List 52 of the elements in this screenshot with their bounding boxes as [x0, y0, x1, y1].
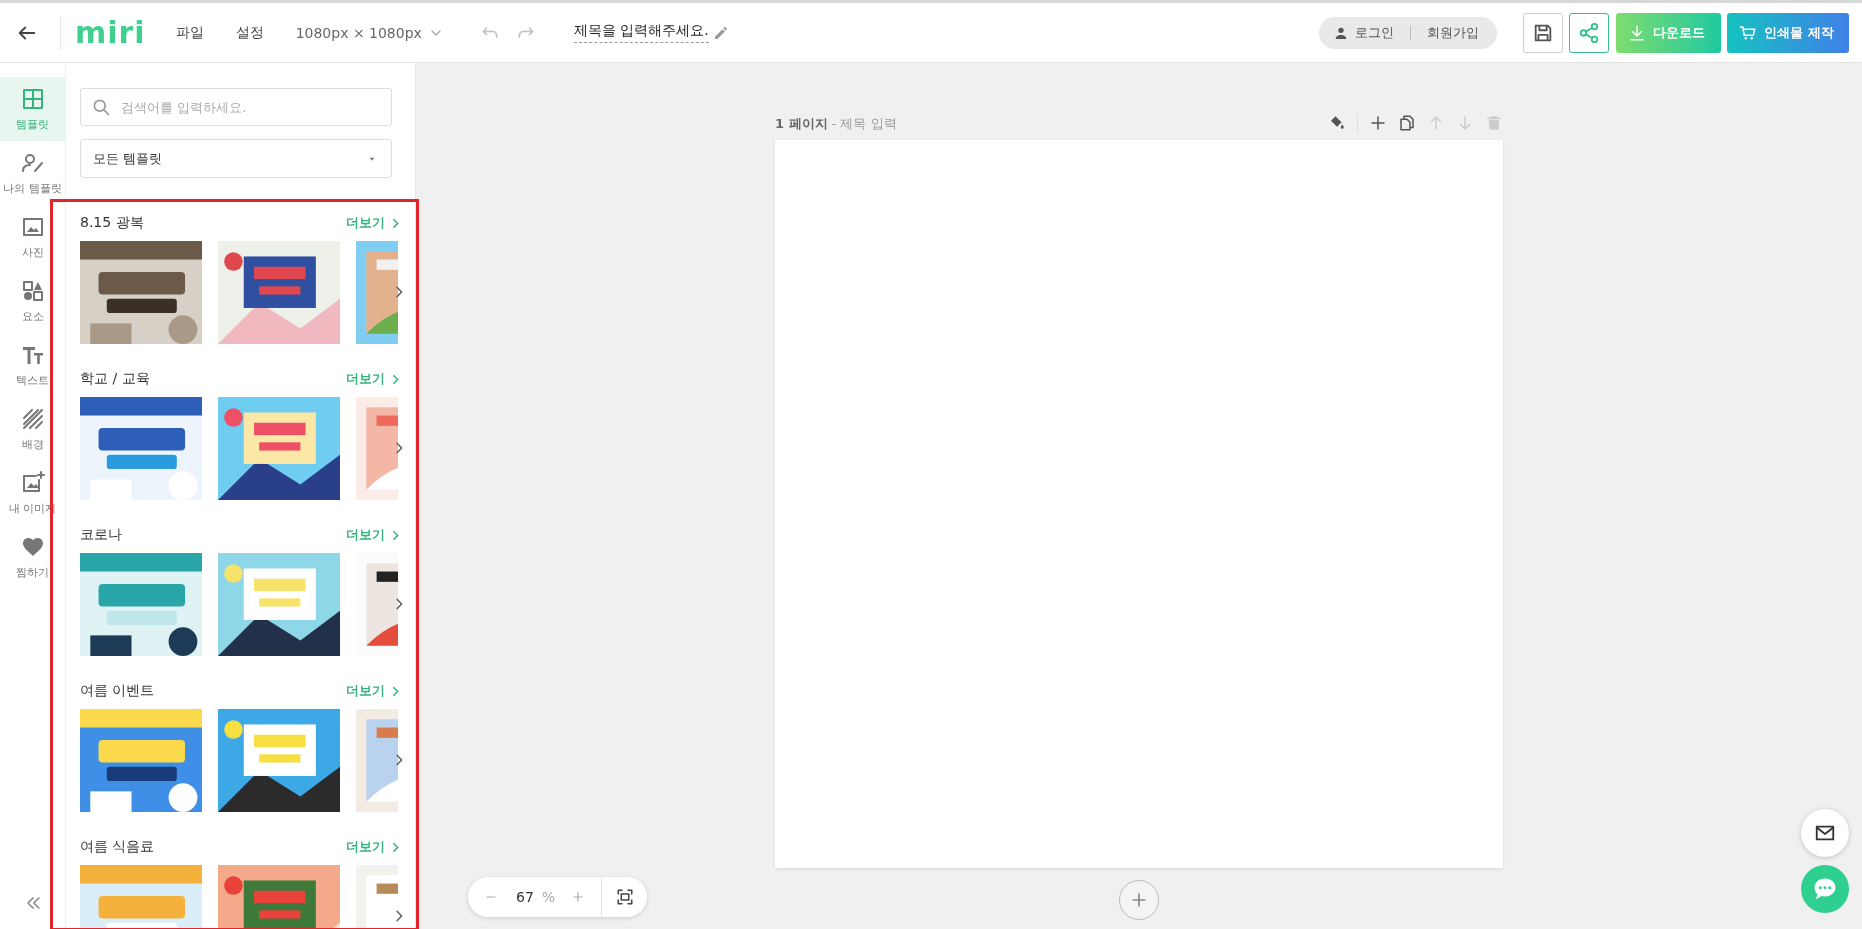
more-link[interactable]: 더보기: [346, 214, 402, 232]
search-field[interactable]: 검색어를 입력하세요.: [80, 88, 392, 126]
mail-button[interactable]: [1801, 809, 1849, 857]
paint-bucket-icon: [1328, 114, 1346, 132]
layout-icon: [20, 86, 45, 111]
fit-screen-icon: [615, 888, 634, 906]
copy-icon: [1398, 114, 1416, 132]
image-add-icon: [20, 470, 45, 495]
shapes-icon: [20, 278, 45, 303]
sidebar-item[interactable]: 나의 템플릿: [0, 141, 65, 205]
add-page-button[interactable]: [1369, 114, 1387, 132]
document-title-field[interactable]: 제목을 입력해주세요.: [573, 22, 709, 43]
menu-item[interactable]: 설정: [235, 23, 264, 42]
save-button[interactable]: [1523, 12, 1563, 53]
more-link[interactable]: 더보기: [346, 838, 402, 856]
fill-page-button[interactable]: [1328, 114, 1346, 132]
plus-icon: [571, 890, 586, 904]
sidebar-item[interactable]: 요소: [0, 269, 65, 333]
share-button[interactable]: [1569, 12, 1609, 53]
section-title: 코로나: [80, 526, 122, 544]
section-title: 8.15 광복: [80, 214, 144, 232]
pencil-icon: [712, 24, 729, 41]
section-title: 여름 이벤트: [80, 682, 155, 700]
search-icon: [91, 97, 111, 117]
trash-icon: [1485, 114, 1503, 132]
sidebar-item[interactable]: 사진: [0, 205, 65, 269]
more-link[interactable]: 더보기: [346, 526, 402, 544]
sidebar-item[interactable]: 텍스트: [0, 333, 65, 397]
zoom-unit: %: [541, 889, 556, 905]
login-link[interactable]: 로그인: [1355, 23, 1394, 42]
size-dropdown[interactable]: 1080px × 1080px: [295, 24, 444, 41]
page-number: 1 페이지: [775, 116, 828, 131]
more-link[interactable]: 더보기: [346, 370, 402, 388]
share-icon: [1578, 21, 1600, 44]
print-order-button[interactable]: 인쇄물 제작: [1727, 12, 1849, 53]
download-icon: [1628, 23, 1646, 42]
section-title: 여름 식음료: [80, 838, 155, 856]
hatch-icon: [20, 406, 45, 431]
zoom-value[interactable]: 67: [516, 889, 534, 905]
sidebar-item[interactable]: 찜하기: [0, 525, 65, 589]
plus-icon: [1369, 114, 1387, 132]
sidebar-item[interactable]: 배경: [0, 397, 65, 461]
more-link[interactable]: 더보기: [346, 682, 402, 700]
page-title-field[interactable]: - 제목 입력: [831, 116, 897, 131]
copy-page-button[interactable]: [1398, 114, 1416, 132]
menu-item[interactable]: 파일: [175, 23, 204, 42]
signup-link[interactable]: 회원가입: [1427, 23, 1479, 42]
section-title: 학교 / 교육: [80, 370, 150, 388]
sidebar-item[interactable]: 템플릿: [0, 77, 65, 141]
add-page-button[interactable]: [1119, 880, 1159, 920]
category-dropdown[interactable]: 모든 템플릿: [80, 139, 392, 178]
cart-icon: [1739, 23, 1757, 42]
